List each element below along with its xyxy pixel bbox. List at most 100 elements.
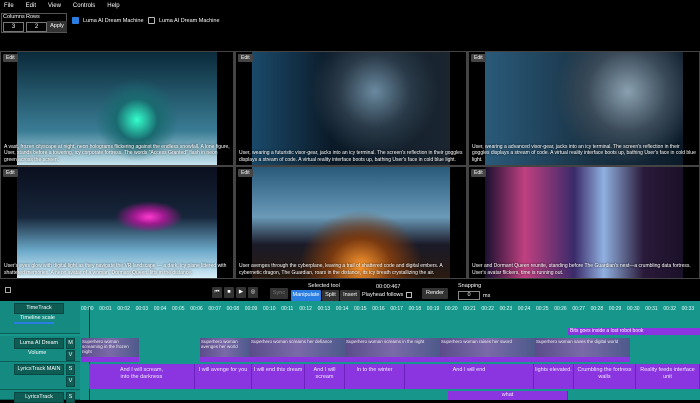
checkbox-label: Luma AI Dream Machine [159, 17, 220, 24]
lyrics-track-label[interactable]: LyricsTrack [14, 392, 64, 403]
menu-view[interactable]: View [48, 3, 61, 9]
columns-label: Columns [3, 14, 25, 20]
video-clip[interactable]: Superhero woman screams in the night [345, 338, 440, 362]
lyrics-main-label[interactable]: LyricsTrack MAIN [14, 364, 64, 375]
render-button[interactable]: Render [422, 288, 448, 299]
video-clip[interactable]: Superhero woman saves the digital world [535, 338, 630, 362]
checkbox-luma-2[interactable]: Luma AI Dream Machine [148, 17, 220, 24]
checkbox-unchecked-icon[interactable] [148, 17, 155, 24]
video-toggle-button[interactable]: V [66, 350, 75, 361]
lyric-clip[interactable]: I will avenge for you [195, 364, 252, 389]
time-tick: 00:25 [536, 306, 549, 312]
menu-help[interactable]: Help [107, 3, 119, 9]
time-tick: 00:28 [590, 306, 604, 312]
scene-image [17, 167, 217, 278]
video-track-label[interactable]: Luma AI Dream [14, 338, 64, 349]
play-icon[interactable]: ▶ [236, 287, 246, 298]
lyric-clip[interactable]: lights elevated. [534, 364, 574, 389]
time-tick: 00:27 [572, 306, 585, 312]
time-tick: 00:11 [281, 306, 294, 312]
time-tick: 00:16 [372, 306, 385, 312]
time-track-label[interactable]: TimeTrack [14, 303, 64, 314]
scene-caption: User's eyes glow with digital light as t… [4, 263, 227, 276]
overlay-clip[interactable]: Bits goes inside a lost robot book [568, 328, 700, 335]
manipulate-button[interactable]: Manipulate [291, 290, 321, 301]
lyrics-main-header: LyricsTrack MAIN S V [0, 362, 80, 390]
time-tick: 00:30 [627, 306, 640, 312]
video-clip[interactable]: Superhero woman screams her defiance [250, 338, 345, 362]
time-tick: 00:06 [190, 306, 203, 312]
time-tick: 00:05 [172, 306, 185, 312]
grid-cell: Edit User, wearing a advanced visor-gear… [469, 52, 699, 165]
scene-caption: User, wearing a futuristic visor-gear, j… [239, 150, 463, 163]
edit-button[interactable]: Edit [238, 54, 253, 62]
lyric-clip[interactable]: And I will scream [305, 364, 345, 389]
columns-input[interactable]: 3 [3, 22, 24, 32]
time-tick: 00:13 [317, 306, 331, 312]
checkbox-label: Luma AI Dream Machine [83, 17, 144, 24]
time-tick: 00:09 [244, 306, 258, 312]
menu-edit[interactable]: Edit [26, 3, 36, 9]
edit-button[interactable]: Edit [238, 169, 253, 177]
loop-icon[interactable]: ◎ [248, 287, 258, 298]
snapping-input[interactable]: 0 [458, 291, 480, 300]
mute-button[interactable]: M [66, 338, 75, 349]
playhead-follows-checkbox[interactable] [406, 292, 412, 298]
sync-button[interactable]: Sync [270, 288, 288, 299]
grid-cell: Edit User's eyes glow with digital light… [1, 167, 233, 278]
lyric-clip[interactable]: And I will end [405, 364, 534, 389]
stop-icon[interactable]: ■ [224, 287, 234, 298]
time-tick: 00:24 [517, 306, 531, 312]
timeline-scale-label: Timeline scale [20, 315, 55, 321]
lyric-clip[interactable]: what [448, 391, 568, 400]
lyric-clip[interactable]: I will end this dream [252, 364, 305, 389]
time-tick: 00:04 [153, 306, 167, 312]
checkbox-luma-1[interactable]: Luma AI Dream Machine [72, 17, 144, 24]
edit-button[interactable]: Edit [3, 54, 18, 62]
time-tick: 00:08 [226, 306, 240, 312]
scene-caption: User avenges through the cyberplane, lea… [239, 263, 443, 276]
solo-button[interactable]: S [66, 392, 75, 403]
video-clip[interactable]: Superhero woman avenges her world [200, 338, 250, 362]
edit-button[interactable]: Edit [3, 169, 18, 177]
time-tick: 00:32 [663, 306, 676, 312]
apply-button[interactable]: Apply [47, 21, 67, 32]
time-tick: 00:00 [81, 306, 94, 312]
time-tick: 00:18 [408, 306, 422, 312]
time-tick: 00:29 [608, 306, 622, 312]
rows-label: Rows [26, 14, 40, 20]
rewind-icon[interactable]: ⏮ [212, 287, 222, 298]
scene-caption: User, wearing a advanced visor-gear, jac… [472, 143, 696, 163]
grid-cell: Edit User and Dormant Queen reunite, sta… [469, 167, 699, 278]
timeline-scale-slider[interactable] [14, 322, 54, 324]
split-button[interactable]: Split [322, 290, 339, 301]
video-track-header: Luma AI Dream M Volume V [0, 336, 80, 362]
time-tick: 00:21 [463, 306, 476, 312]
time-tick: 00:03 [135, 306, 149, 312]
edit-button[interactable]: Edit [471, 54, 486, 62]
video-clip[interactable]: Superhero woman screaming in the frozen … [81, 338, 139, 362]
checkbox-checked-icon[interactable] [72, 17, 79, 24]
lyric-clip[interactable]: In to the winter [345, 364, 405, 389]
rows-input[interactable]: 2 [26, 22, 47, 32]
time-tick: 00:01 [99, 306, 112, 312]
menu-controls[interactable]: Controls [73, 3, 95, 9]
time-track-header: TimeTrack Timeline scale [0, 301, 80, 334]
solo-button[interactable]: S [66, 364, 75, 375]
lyric-clip[interactable]: Reality feeds interface unit [636, 364, 700, 389]
lyric-clip[interactable]: And I will scream, into the darkness [89, 364, 195, 389]
panel-toggle-icon[interactable] [5, 287, 11, 293]
lyric-clip[interactable]: Crumbling the fortress walls [574, 364, 636, 389]
visibility-button[interactable]: V [66, 376, 75, 387]
video-clip[interactable]: Superhero woman raises her sword [440, 338, 535, 362]
menu-file[interactable]: File [4, 3, 14, 9]
grid-cell: Edit User, wearing a futuristic visor-ge… [236, 52, 466, 165]
scene-image [252, 52, 450, 165]
snapping-label: Snapping [458, 283, 482, 289]
time-tick: 00:22 [481, 306, 494, 312]
insert-button[interactable]: Insert [340, 290, 360, 301]
playhead-time: 00:00:467 [376, 284, 401, 290]
time-tick: 00:31 [645, 306, 658, 312]
edit-button[interactable]: Edit [471, 169, 486, 177]
time-tick: 00:07 [208, 306, 221, 312]
